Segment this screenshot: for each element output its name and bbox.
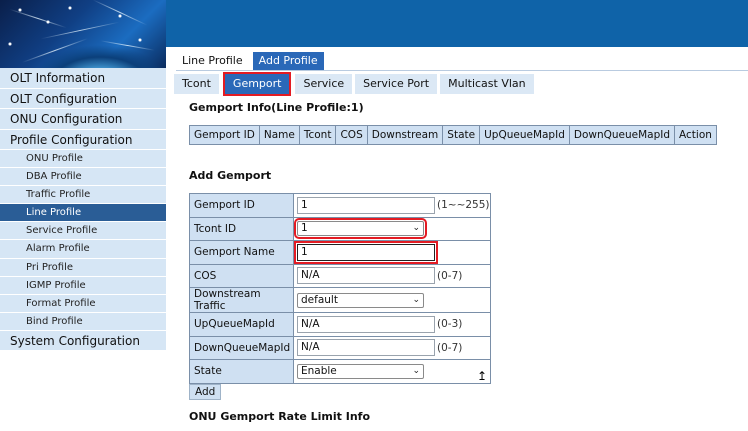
column-header: UpQueueMapId: [479, 125, 570, 145]
tab-tcont[interactable]: Tcont: [174, 74, 219, 94]
gemport-id-range-hint: (1~~255): [437, 199, 490, 212]
down-queue-map-id-range-hint: (0-7): [437, 341, 463, 354]
column-header: Name: [258, 125, 300, 145]
state-label: State: [189, 359, 294, 384]
rate-limit-title: ONU Gemport Rate Limit Info: [189, 410, 371, 423]
chevron-down-icon: ⌄: [412, 223, 420, 234]
downstream-traffic-select[interactable]: default ⌄: [297, 292, 424, 308]
column-header: Tcont: [298, 125, 337, 145]
tcont-id-select[interactable]: 1 ⌄: [294, 218, 427, 240]
table-header-row: Gemport ID Name Tcont COS Downstream Sta…: [189, 125, 717, 145]
sidebar-item-onu-profile[interactable]: ONU Profile: [0, 150, 166, 169]
sidebar-item-profile-configuration[interactable]: Profile Configuration: [0, 129, 166, 150]
form-row-downstream-traffic: Downstream Traffic default ⌄: [189, 287, 491, 313]
column-header: Downstream: [366, 125, 444, 145]
sidebar-item-dba-profile[interactable]: DBA Profile: [0, 168, 166, 187]
sidebar-item-format-profile[interactable]: Format Profile: [0, 294, 166, 313]
gemport-id-label: Gemport ID: [189, 193, 294, 218]
add-gemport-title: Add Gemport: [189, 169, 272, 182]
gemport-info-title: Gemport Info(Line Profile:1): [189, 101, 364, 114]
down-queue-map-id-input[interactable]: N/A: [297, 339, 435, 357]
form-row-tcont-id: Tcont ID 1 ⌄: [189, 216, 491, 241]
column-header: Action: [674, 125, 717, 145]
downstream-traffic-selected-value: default: [301, 293, 338, 306]
sidebar-item-system-configuration[interactable]: System Configuration: [0, 330, 166, 352]
sidebar-item-traffic-profile[interactable]: Traffic Profile: [0, 186, 166, 205]
tab-service[interactable]: Service: [295, 74, 353, 94]
column-header: COS: [335, 125, 368, 145]
sidebar-item-pri-profile[interactable]: Pri Profile: [0, 258, 166, 277]
sidebar-item-igmp-profile[interactable]: IGMP Profile: [0, 276, 166, 295]
line-profile-sub-tabs: Tcont Gemport Service Service Port Multi…: [174, 72, 534, 96]
main-content: Line Profile Add Profile Tcont Gemport S…: [166, 47, 748, 431]
sidebar-item-line-profile[interactable]: Line Profile: [0, 204, 166, 223]
gemport-info-table: Gemport ID Name Tcont COS Downstream Sta…: [189, 125, 717, 145]
brand-banner-image: [0, 0, 166, 68]
tcont-id-label: Tcont ID: [189, 216, 294, 241]
add-gemport-form: Gemport ID 1 (1~~255) Tcont ID 1 ⌄ Gemport…: [189, 193, 491, 384]
tcont-id-selected-value: 1: [301, 222, 308, 235]
up-queue-map-id-input[interactable]: N/A: [297, 315, 435, 333]
sidebar-item-alarm-profile[interactable]: Alarm Profile: [0, 240, 166, 259]
tab-service-port[interactable]: Service Port: [355, 74, 438, 94]
sidebar-item-onu-configuration[interactable]: ONU Configuration: [0, 109, 166, 130]
sidebar-item-olt-configuration[interactable]: OLT Configuration: [0, 88, 166, 109]
add-button[interactable]: Add: [189, 384, 222, 400]
sidebar-item-olt-information[interactable]: OLT Information: [0, 68, 166, 89]
form-row-cos: COS N/A (0-7): [189, 263, 491, 288]
gemport-id-input[interactable]: 1: [297, 196, 435, 214]
form-row-gemport-id: Gemport ID 1 (1~~255): [189, 193, 491, 218]
chevron-down-icon: ⌄: [412, 294, 420, 305]
mouse-pointer-icon: ↥: [477, 369, 488, 383]
tab-divider: [176, 70, 748, 71]
cos-label: COS: [189, 263, 294, 288]
tab-line-profile[interactable]: Line Profile: [176, 52, 249, 70]
state-select[interactable]: Enable ⌄: [297, 363, 424, 379]
state-selected-value: Enable: [301, 364, 337, 377]
cos-range-hint: (0-7): [437, 269, 463, 282]
up-queue-map-id-range-hint: (0-3): [437, 318, 463, 331]
sidebar-item-service-profile[interactable]: Service Profile: [0, 222, 166, 241]
sidebar-nav: OLT Information OLT Configuration ONU Co…: [0, 68, 166, 352]
up-queue-map-id-label: UpQueueMapId: [189, 312, 294, 337]
down-queue-map-id-label: DownQueueMapId: [189, 335, 294, 360]
column-header: Gemport ID: [189, 125, 260, 145]
form-row-gemport-name: Gemport Name 1: [189, 240, 491, 265]
profile-tabs: Line Profile Add Profile: [176, 52, 324, 70]
form-row-state: State Enable ⌄: [189, 359, 491, 384]
gemport-name-input[interactable]: 1: [294, 240, 438, 264]
downstream-traffic-label: Downstream Traffic: [189, 287, 294, 313]
tab-multicast-vlan[interactable]: Multicast Vlan: [440, 74, 534, 94]
column-header: State: [442, 125, 481, 145]
sidebar-item-bind-profile[interactable]: Bind Profile: [0, 312, 166, 331]
tab-add-profile[interactable]: Add Profile: [252, 52, 324, 70]
form-row-down-queue-map-id: DownQueueMapId N/A (0-7): [189, 335, 491, 360]
form-row-up-queue-map-id: UpQueueMapId N/A (0-3): [189, 312, 491, 337]
cos-input[interactable]: N/A: [297, 267, 435, 285]
gemport-name-label: Gemport Name: [189, 240, 294, 265]
chevron-down-icon: ⌄: [412, 365, 420, 376]
column-header: DownQueueMapId: [568, 125, 676, 145]
tab-gemport[interactable]: Gemport: [222, 72, 292, 96]
